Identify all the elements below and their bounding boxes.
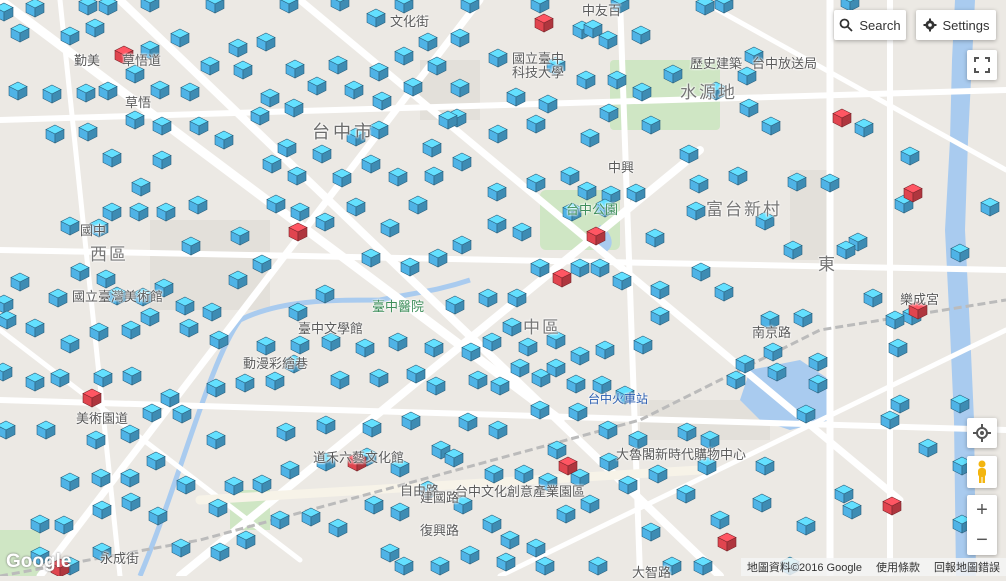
map-label: 復興路 <box>420 523 460 538</box>
zoom-control: + − <box>967 495 997 555</box>
map-label: 樂成宮 <box>900 292 940 307</box>
google-logo: Google <box>6 551 72 572</box>
map-label: 南京路 <box>752 325 792 340</box>
map-label: 中興 <box>608 160 635 175</box>
map-label: 大魯閣新時代購物中心 <box>616 447 747 462</box>
map-label: 東 <box>818 255 837 274</box>
crosshair-icon <box>973 424 991 442</box>
map-label: 西區 <box>90 245 128 264</box>
map-label: 台中放送局 <box>752 56 818 71</box>
map-label: 中友百 <box>582 3 622 18</box>
map-label: 臺中文學館 <box>298 321 364 336</box>
settings-label: Settings <box>942 17 990 33</box>
map-data-credit: 地圖資料©2016 Google <box>746 562 862 574</box>
pegman-icon <box>978 460 986 483</box>
map-label: 台中公園 <box>566 202 619 217</box>
map-label: 草悟 <box>125 95 152 110</box>
search-button[interactable]: Search <box>834 10 906 40</box>
terms-link[interactable]: 使用條款 <box>876 559 920 575</box>
search-label: Search <box>859 17 901 33</box>
map-label: 建國路 <box>420 490 460 505</box>
zoom-in-button[interactable]: + <box>967 495 997 525</box>
map-label: 大智路 <box>632 565 672 580</box>
attribution-bar: 地圖資料©2016 Google 使用條款 回報地圖錯誤 <box>740 558 1006 576</box>
map-label: 台中火車站 <box>588 392 649 406</box>
fullscreen-button[interactable] <box>967 50 997 80</box>
zoom-out-button[interactable]: − <box>967 525 997 555</box>
map-label: 國中 <box>80 223 107 238</box>
map-label: 歷史建築 <box>690 56 743 71</box>
map-label: 美術園道 <box>76 411 129 426</box>
map-label: 草悟道 <box>122 53 162 68</box>
map-label: 台中市 <box>312 122 375 142</box>
gear-icon <box>923 18 936 32</box>
search-icon <box>839 18 854 32</box>
map-label: 中區 <box>523 318 561 337</box>
map-label: 臺中醫院 <box>372 299 425 314</box>
map-label: 富台新村 <box>706 200 782 219</box>
fullscreen-icon <box>974 57 990 73</box>
map-label: 國立臺灣美術館 <box>72 289 164 304</box>
settings-button[interactable]: Settings <box>916 10 996 40</box>
map-label: 科技大學 <box>512 65 565 80</box>
street-view-pegman[interactable] <box>967 456 997 488</box>
map-label: 台中文化創意產業園區 <box>455 484 586 499</box>
map-label: 文化街 <box>390 14 430 29</box>
map-label: 水源地 <box>680 83 737 102</box>
map-label: 動漫彩繪巷 <box>243 356 309 371</box>
map-label: 道禾六藝文化館 <box>313 450 405 465</box>
report-error-link[interactable]: 回報地圖錯誤 <box>934 559 1000 575</box>
map-label: 勤美 <box>74 53 101 68</box>
map-label: 永成街 <box>100 551 140 566</box>
my-location-button[interactable] <box>967 418 997 448</box>
